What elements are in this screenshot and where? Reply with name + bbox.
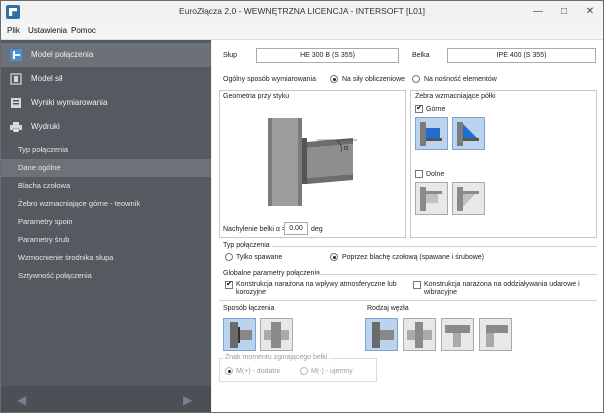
joining-option-1[interactable]	[223, 318, 256, 351]
window-title: EuroZłącza 2.0 - WEWNĘTRZNA LICENCJA - I…	[179, 6, 425, 16]
dim-design-forces-label: Na siły obliczeniowe	[342, 76, 406, 83]
node-type-option-1[interactable]	[365, 318, 398, 351]
forward-arrow-icon[interactable]: ▶	[183, 393, 192, 407]
connection-model-icon	[10, 49, 22, 61]
rib-bottom-option-2-icon	[457, 187, 479, 211]
moment-positive-label: M(+) - dodatni	[236, 368, 280, 375]
sidebar-nav-bar: ◀ ▶	[1, 386, 211, 412]
menu-pomoc[interactable]: Pomoc	[71, 26, 96, 35]
conn-end-plate-label: Poprzez blachę czołową (spawane i śrubow…	[342, 254, 485, 261]
main-panel: Słup HE 300 B (S 355) Belka IPE 400 (S 3…	[212, 40, 603, 412]
node-type-option-2[interactable]	[403, 318, 436, 351]
joining-option-2[interactable]	[260, 318, 293, 351]
column-section-field[interactable]: HE 300 B (S 355)	[256, 48, 399, 63]
geometry-title: Geometria przy styku	[223, 93, 290, 100]
beam-section-field[interactable]: IPE 400 (S 355)	[447, 48, 596, 63]
dim-capacity-label: Na nośność elementów	[424, 76, 497, 83]
moment-negative-radio[interactable]	[300, 367, 308, 375]
sidebar-sub-top-rib[interactable]: Żebro wzmacniające górne - teownik	[1, 195, 211, 213]
sidebar-item-label: Wydruki	[31, 122, 60, 131]
sidebar-item-printouts[interactable]: Wydruki	[1, 115, 211, 139]
sidebar-item-label: Model połączenia	[31, 50, 94, 59]
ribs-bottom-label: Dolne	[426, 171, 445, 178]
joining-option-1-icon	[230, 322, 252, 348]
sidebar-sub-bolts[interactable]: Parametry śrub	[1, 231, 211, 249]
sidebar-sub-welds[interactable]: Parametry spoin	[1, 213, 211, 231]
joining-method-title: Sposób łączenia	[223, 305, 275, 312]
sidebar-sub-web-reinforcement[interactable]: Wzmocnienie środnika słupa	[1, 249, 211, 267]
node-type-option-3-icon	[445, 325, 470, 347]
node-type-option-4[interactable]	[479, 318, 512, 351]
rib-bottom-option-2[interactable]	[452, 182, 485, 215]
ribs-top-label: Górne	[426, 106, 446, 113]
rib-bottom-option-1[interactable]	[415, 182, 448, 215]
beam-label: Belka	[412, 52, 430, 59]
menu-plik[interactable]: Plik	[7, 26, 20, 35]
dim-design-forces-radio[interactable]	[330, 75, 338, 83]
joint-geometry-drawing: α	[268, 118, 357, 206]
back-arrow-icon[interactable]: ◀	[17, 393, 26, 407]
maximize-button[interactable]: □	[551, 1, 577, 23]
rib-bottom-option-1-icon	[420, 187, 442, 211]
connection-type-divider	[272, 246, 597, 247]
sidebar-sub-end-plate[interactable]: Blacha czołowa	[1, 177, 211, 195]
atmospheric-label: Konstrukcja narażona na wpływy atmosfery…	[236, 281, 397, 296]
node-type-option-1-icon	[372, 322, 394, 348]
node-type-title: Rodzaj węzła	[367, 305, 409, 312]
column-label: Słup	[223, 52, 238, 59]
moment-negative-label: M(-) - ujemny	[311, 368, 353, 375]
global-params-divider	[315, 274, 597, 275]
menu-bar: Plik Ustawienia Pomoc	[1, 23, 603, 40]
sidebar-item-forces-model[interactable]: Model sił	[1, 67, 211, 91]
node-type-option-4-icon	[486, 325, 508, 347]
ribs-title: Żebra wzmacniające półki	[415, 93, 496, 100]
menu-ustawienia[interactable]: Ustawienia	[28, 26, 67, 35]
title-bar: EuroZłącza 2.0 - WEWNĘTRZNA LICENCJA - I…	[1, 1, 603, 23]
moment-positive-radio[interactable]	[225, 367, 233, 375]
joining-divider	[219, 300, 597, 301]
ribs-bottom-checkbox[interactable]	[415, 170, 423, 178]
conn-welded-only-label: Tylko spawane	[236, 254, 283, 261]
rib-top-option-1-icon	[420, 122, 442, 146]
forces-model-icon	[10, 73, 22, 85]
global-params-title: Globalne parametry połączenia	[223, 270, 320, 277]
rib-top-option-2-icon	[457, 122, 479, 146]
sidebar-sub-stiffness[interactable]: Sztywność połączenia	[1, 267, 211, 285]
close-button[interactable]: ✕	[577, 1, 603, 23]
slope-label: Nachylenie belki α =	[223, 226, 286, 233]
minimize-button[interactable]: —	[525, 1, 551, 23]
results-icon	[11, 98, 21, 108]
dim-capacity-radio[interactable]	[412, 75, 420, 83]
sidebar-item-label: Wyniki wymiarowania	[31, 98, 108, 107]
ribs-top-checkbox[interactable]	[415, 103, 423, 113]
printer-icon	[10, 122, 22, 133]
sidebar-sub-general-data[interactable]: Dane ogólne	[1, 159, 211, 177]
vibration-label: Konstrukcja narażona na oddziaływania ud…	[424, 281, 580, 296]
conn-end-plate-radio[interactable]	[330, 253, 338, 261]
slope-input[interactable]: 0.00	[284, 222, 308, 235]
sidebar-item-label: Model sił	[31, 74, 63, 83]
vibration-checkbox[interactable]	[413, 281, 421, 289]
app-window: EuroZłącza 2.0 - WEWNĘTRZNA LICENCJA - I…	[0, 0, 604, 413]
conn-welded-only-radio[interactable]	[225, 253, 233, 261]
dimensioning-label: Ogólny sposób wymiarowania	[223, 76, 316, 83]
sidebar-item-connection-model[interactable]: Model połączenia	[1, 43, 211, 67]
joining-option-2-icon	[264, 322, 289, 348]
alpha-angle-label: α	[344, 145, 348, 152]
moment-sign-title: Znak momentu zginającego belki	[223, 354, 330, 361]
node-type-option-2-icon	[407, 322, 432, 348]
connection-type-title: Typ połączenia	[223, 242, 270, 249]
sidebar-item-results[interactable]: Wyniki wymiarowania	[1, 91, 211, 115]
rib-top-option-1[interactable]	[415, 117, 448, 150]
slope-unit: deg	[311, 226, 323, 233]
rib-top-option-2[interactable]	[452, 117, 485, 150]
sidebar-sub-connection-type[interactable]: Typ połączenia	[1, 141, 211, 159]
sidebar: Model połączenia Model sił Wyniki wymiar…	[1, 40, 211, 412]
atmospheric-checkbox[interactable]	[225, 279, 233, 289]
node-type-option-3[interactable]	[441, 318, 474, 351]
